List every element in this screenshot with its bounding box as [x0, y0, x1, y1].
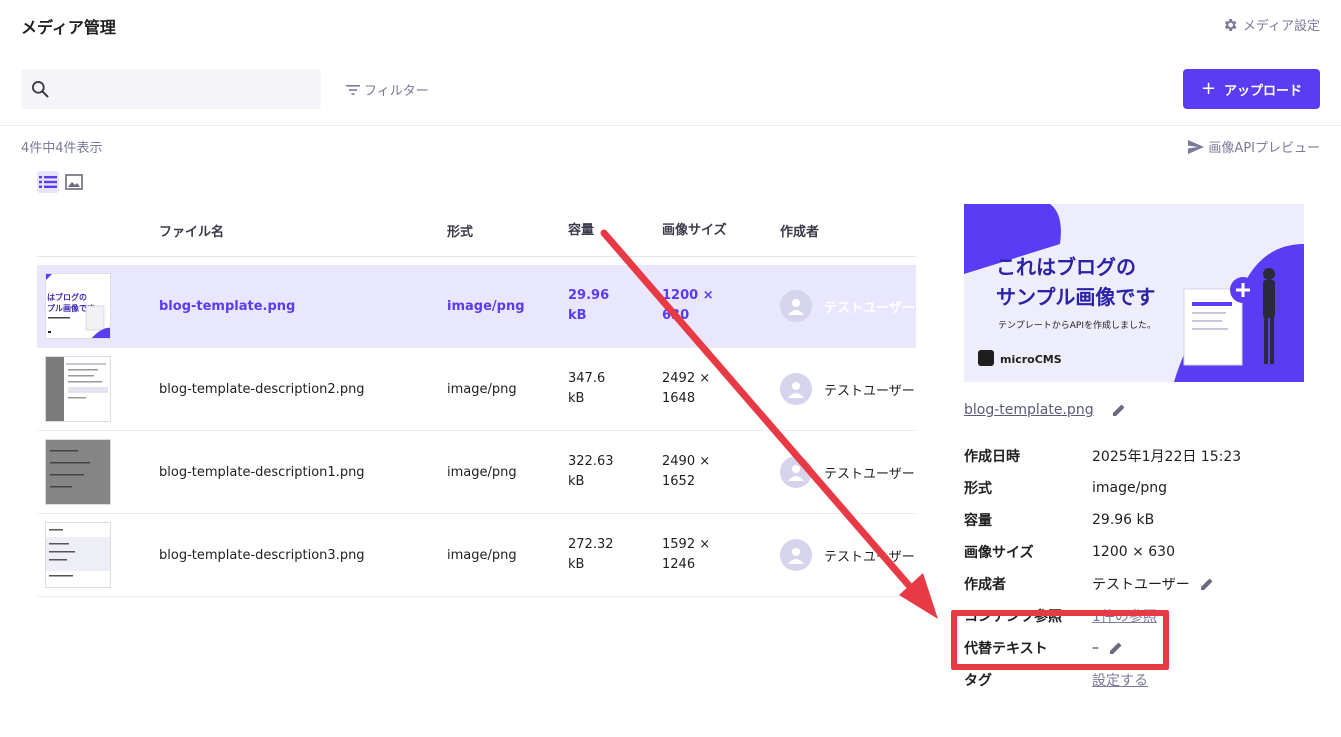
table-header: ファイル名 形式 容量 画像サイズ 作成者	[37, 205, 916, 257]
user-icon	[788, 299, 804, 315]
row-filename[interactable]: blog-template-description2.png	[159, 382, 447, 397]
column-header-author[interactable]: 作成者	[780, 221, 916, 240]
column-header-dimensions[interactable]: 画像サイズ	[662, 221, 780, 241]
preview-headline-2: サンプル画像です	[996, 285, 1155, 309]
result-count: 4件中4件表示	[21, 141, 103, 156]
row-size: 272.32 kB	[568, 537, 614, 572]
page-title: メディア管理	[21, 18, 116, 37]
filter-label: フィルター	[364, 84, 429, 99]
thumbnail: はブログの プル画像です	[45, 273, 111, 339]
author-name: テストユーザー	[824, 300, 915, 316]
row-dimensions: 2490 × 1652	[662, 454, 711, 489]
row-type: image/png	[447, 298, 525, 314]
media-settings-label: メディア設定	[1242, 19, 1320, 34]
detail-filename[interactable]: blog-template.png	[964, 402, 1126, 418]
table-row[interactable]: blog-template-description1.png image/png…	[37, 431, 916, 514]
column-header-type[interactable]: 形式	[447, 221, 568, 240]
row-dimensions: 1592 × 1246	[662, 537, 711, 572]
author-name: テストユーザー	[824, 549, 915, 565]
upload-label: アップロード	[1224, 83, 1303, 99]
list-view-button[interactable]	[37, 171, 59, 193]
row-filename[interactable]: blog-template.png	[159, 299, 447, 314]
avatar	[780, 539, 812, 571]
view-toggle	[37, 171, 85, 193]
set-tags-link[interactable]: 設定する	[1092, 670, 1148, 690]
table-row[interactable]: はブログの プル画像です blog-template.png image/png…	[37, 265, 916, 348]
row-author: テストユーザー	[780, 539, 916, 571]
author-name: テストユーザー	[824, 383, 915, 399]
upload-button[interactable]: + アップロード	[1183, 69, 1320, 109]
thumbnail	[45, 356, 111, 422]
row-filename[interactable]: blog-template-description1.png	[159, 465, 447, 480]
thumbnail	[45, 522, 111, 588]
preview-subline: テンプレートからAPIを作成しました。	[998, 319, 1156, 331]
row-type: image/png	[447, 381, 517, 397]
column-header-filename[interactable]: ファイル名	[159, 221, 447, 240]
table-row[interactable]: blog-template-description2.png image/png…	[37, 348, 916, 431]
detail-filename-link[interactable]: blog-template.png	[964, 402, 1094, 418]
pencil-icon[interactable]	[1200, 577, 1214, 591]
gear-icon	[1224, 18, 1237, 31]
detail-row-author: 作成者 テストユーザー	[964, 568, 1324, 600]
column-header-size[interactable]: 容量	[568, 221, 662, 241]
row-author: テストユーザー	[780, 290, 916, 322]
row-size: 322.63 kB	[568, 454, 614, 489]
avatar	[780, 373, 812, 405]
row-size: 347.6 kB	[568, 371, 606, 406]
highlight-box	[951, 610, 1169, 670]
filter-icon	[346, 84, 360, 95]
thumb-text-1: はブログの	[47, 292, 87, 302]
author-name: テストユーザー	[824, 466, 915, 482]
user-icon	[788, 465, 804, 481]
table-row[interactable]: blog-template-description3.png image/png…	[37, 514, 916, 597]
avatar	[780, 290, 812, 322]
row-filename[interactable]: blog-template-description3.png	[159, 548, 447, 563]
row-author: テストユーザー	[780, 373, 916, 405]
grid-view-button[interactable]	[63, 171, 85, 193]
filter-button[interactable]: フィルター	[346, 80, 429, 99]
search-icon	[32, 81, 49, 98]
media-table: ファイル名 形式 容量 画像サイズ 作成者 はブログの プル画像です blog-…	[37, 205, 916, 597]
list-icon	[39, 176, 57, 188]
thumbnail	[45, 439, 111, 505]
media-settings-link[interactable]: メディア設定	[1222, 15, 1320, 34]
detail-row-dimensions: 画像サイズ 1200 × 630	[964, 544, 1175, 561]
image-api-preview-label: 画像APIプレビュー	[1208, 141, 1320, 156]
send-icon	[1188, 139, 1205, 154]
divider	[0, 125, 1341, 126]
row-size: 29.96 kB	[568, 288, 610, 323]
user-icon	[788, 382, 804, 398]
preview-headline-1: これはブログの	[996, 255, 1136, 279]
detail-row-created: 作成日時 2025年1月22日 15:23	[964, 449, 1242, 465]
search-box[interactable]	[21, 69, 321, 109]
avatar	[780, 456, 812, 488]
preview-brand: microCMS	[1000, 353, 1062, 366]
row-type: image/png	[447, 464, 517, 480]
row-author: テストユーザー	[780, 456, 916, 488]
plus-icon: +	[1200, 78, 1217, 99]
user-icon	[788, 548, 804, 564]
row-type: image/png	[447, 547, 517, 563]
pencil-icon[interactable]	[1112, 403, 1126, 417]
image-api-preview-link[interactable]: 画像APIプレビュー	[1188, 137, 1320, 156]
image-icon	[65, 174, 83, 190]
detail-row-type: 形式 image/png	[964, 480, 1167, 497]
row-dimensions: 2492 × 1648	[662, 371, 711, 406]
search-input[interactable]	[58, 81, 298, 97]
row-dimensions: 1200 × 630	[662, 288, 714, 323]
image-preview: これはブログの サンプル画像です テンプレートからAPIを作成しました。 mic…	[964, 204, 1304, 382]
detail-row-size: 容量 29.96 kB	[964, 512, 1155, 529]
